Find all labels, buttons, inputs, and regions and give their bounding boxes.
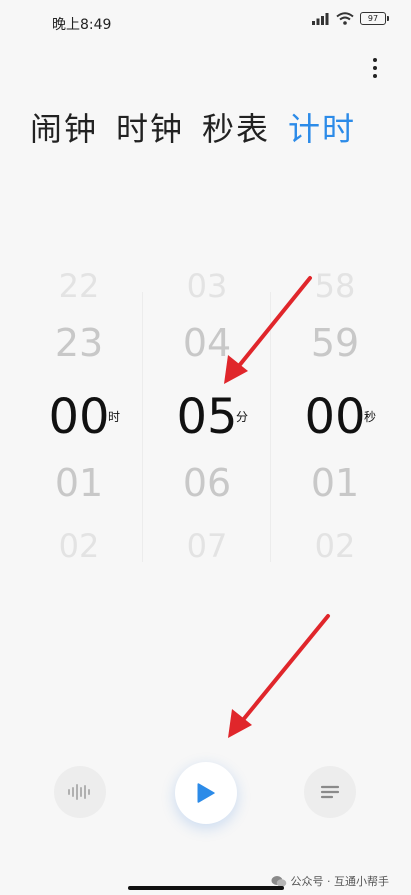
arrow-to-play [228,614,330,738]
list-icon [320,785,340,799]
annotation-arrows [224,276,330,738]
play-icon [197,783,215,803]
waveform-icon [68,784,90,800]
presets-button[interactable] [304,766,356,818]
sound-button[interactable] [54,766,106,818]
home-indicator[interactable] [128,886,284,890]
watermark: 公众号 · 互通小帮手 [271,873,390,889]
arrow-to-minutes [224,276,312,384]
watermark-text: 公众号 · 互通小帮手 [290,875,390,888]
start-timer-button[interactable] [175,762,237,824]
